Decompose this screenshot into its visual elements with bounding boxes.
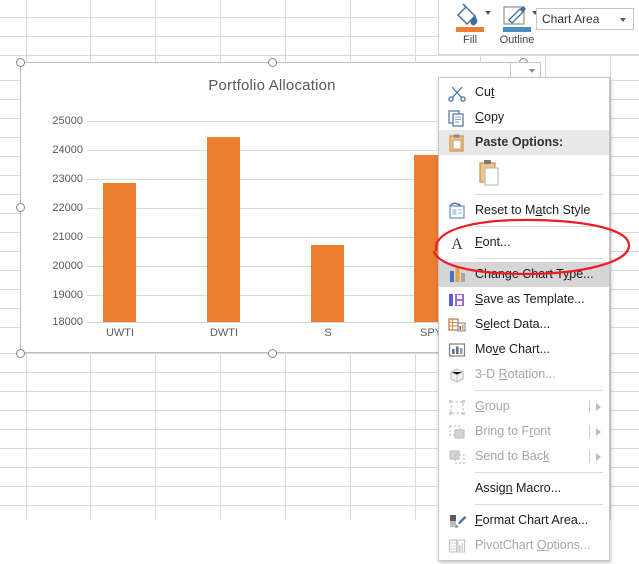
selection-handle-bottom-left[interactable] <box>16 349 25 358</box>
bar-series-point[interactable] <box>207 137 240 322</box>
menu-item-font[interactable]: A Font... <box>439 230 609 255</box>
chevron-down-icon[interactable] <box>620 18 626 22</box>
bar-series-point[interactable] <box>103 182 136 322</box>
menu-separator <box>475 258 603 259</box>
grid-row-line <box>0 55 639 56</box>
bring-front-icon <box>447 423 467 441</box>
outline-pencil-icon <box>494 3 540 33</box>
grid-column-line <box>610 0 611 520</box>
format-paint-icon <box>447 512 467 530</box>
menu-item-label: Format Chart Area... <box>475 513 589 527</box>
clipboard-icon <box>447 134 467 152</box>
paste-clipboard-icon[interactable] <box>477 159 503 187</box>
chevron-right-icon <box>596 427 601 436</box>
chevron-right-icon <box>596 452 601 461</box>
chevron-down-icon[interactable] <box>529 69 535 73</box>
menu-item-label: Change Chart Type... <box>475 267 594 281</box>
outline-button[interactable]: Outline <box>494 3 540 46</box>
menu-item-label: Move Chart... <box>475 342 551 356</box>
menu-separator <box>475 504 603 505</box>
menu-item-reset-to-match-style[interactable]: Reset to Match Style <box>439 198 609 223</box>
menu-item-label: Send to Back <box>475 449 550 463</box>
outline-color-swatch[interactable] <box>503 27 531 32</box>
save-template-icon <box>447 291 467 309</box>
submenu-divider <box>589 400 590 413</box>
move-chart-icon <box>447 341 467 359</box>
chart-element-combo-value: Chart Area <box>542 12 600 26</box>
menu-item-cut[interactable]: Cut <box>439 80 609 105</box>
menu-separator <box>475 472 603 473</box>
menu-item-change-chart-type[interactable]: Change Chart Type... <box>439 262 609 287</box>
menu-item-format-chart-area[interactable]: Format Chart Area... <box>439 508 609 533</box>
x-axis-tick-label: S <box>324 327 332 339</box>
menu-item-label: Assign Macro... <box>475 481 562 495</box>
selection-handle-top-center[interactable] <box>268 58 277 67</box>
copy-icon <box>447 109 467 127</box>
y-axis-tick-label: 24000 <box>52 144 83 156</box>
menu-item-group: Group <box>439 394 609 419</box>
menu-item-label: Save as Template... <box>475 292 585 306</box>
scissors-icon <box>447 84 467 102</box>
menu-item-label: 3-D Rotation... <box>475 367 556 381</box>
submenu-divider <box>589 450 590 463</box>
outline-button-label: Outline <box>499 34 535 46</box>
menu-item-label: Group <box>475 399 510 413</box>
pivotchart-icon <box>447 537 467 555</box>
menu-item-paste-options: Paste Options: <box>439 130 609 155</box>
y-axis-tick-label: 18000 <box>52 316 83 328</box>
menu-item-label: Select Data... <box>475 317 551 331</box>
menu-item-copy[interactable]: Copy <box>439 105 609 130</box>
menu-item-3d-rotation: 3-D Rotation... <box>439 362 609 387</box>
y-axis-tick-label: 25000 <box>52 115 83 127</box>
chart-element-combo[interactable]: Chart Area <box>536 8 634 30</box>
menu-item-label: PivotChart Options... <box>475 538 591 552</box>
chevron-down-icon[interactable] <box>485 11 491 15</box>
menu-item-label: Font... <box>475 235 511 249</box>
menu-item-label: Paste Options: <box>475 135 564 149</box>
context-menu[interactable]: Cut Copy Paste Options: Reset to Match S… <box>438 77 610 561</box>
x-axis-tick-label: DWTI <box>209 327 239 339</box>
ribbon-shape-styles-group[interactable]: Fill Outline Chart Area <box>438 0 639 55</box>
menu-item-pivotchart-options: PivotChart Options... <box>439 533 609 558</box>
y-axis-tick-label: 23000 <box>52 173 83 185</box>
y-axis-tick-label: 20000 <box>52 260 83 272</box>
x-axis-tick-label: UWTI <box>105 327 135 339</box>
menu-item-label: Reset to Match Style <box>475 203 591 217</box>
select-data-icon <box>447 316 467 334</box>
y-axis-tick-label: 21000 <box>52 231 83 243</box>
fill-color-swatch[interactable] <box>456 27 484 32</box>
svg-text:A: A <box>451 236 463 252</box>
font-a-icon: A <box>447 234 467 253</box>
submenu-divider <box>589 425 590 438</box>
menu-separator <box>475 226 603 227</box>
menu-item-paste-gallery[interactable] <box>439 155 609 191</box>
reset-style-icon <box>447 202 467 220</box>
menu-item-label: Cut <box>475 85 495 99</box>
group-icon <box>447 398 467 416</box>
fill-button[interactable]: Fill <box>447 3 493 46</box>
menu-separator <box>475 390 603 391</box>
selection-handle-top-left[interactable] <box>16 58 25 67</box>
menu-item-assign-macro[interactable]: Assign Macro... <box>439 476 609 501</box>
fill-bucket-icon <box>447 3 493 33</box>
menu-item-label: Bring to Front <box>475 424 551 438</box>
bar-chart-icon <box>447 266 467 284</box>
selection-handle-middle-left[interactable] <box>16 203 25 212</box>
y-axis-tick-label: 19000 <box>52 289 83 301</box>
menu-item-select-data[interactable]: Select Data... <box>439 312 609 337</box>
menu-item-send-to-back: Send to Back <box>439 444 609 469</box>
selection-handle-bottom-center[interactable] <box>268 349 277 358</box>
bar-series-point[interactable] <box>311 245 344 322</box>
send-back-icon <box>447 448 467 466</box>
menu-separator <box>475 194 603 195</box>
y-axis-tick-label: 22000 <box>52 202 83 214</box>
fill-button-label: Fill <box>462 34 478 46</box>
cube-icon <box>447 366 467 384</box>
menu-item-save-as-template[interactable]: Save as Template... <box>439 287 609 312</box>
menu-item-move-chart[interactable]: Move Chart... <box>439 337 609 362</box>
menu-item-bring-to-front: Bring to Front <box>439 419 609 444</box>
chevron-right-icon <box>596 402 601 411</box>
menu-item-label: Copy <box>475 110 505 124</box>
